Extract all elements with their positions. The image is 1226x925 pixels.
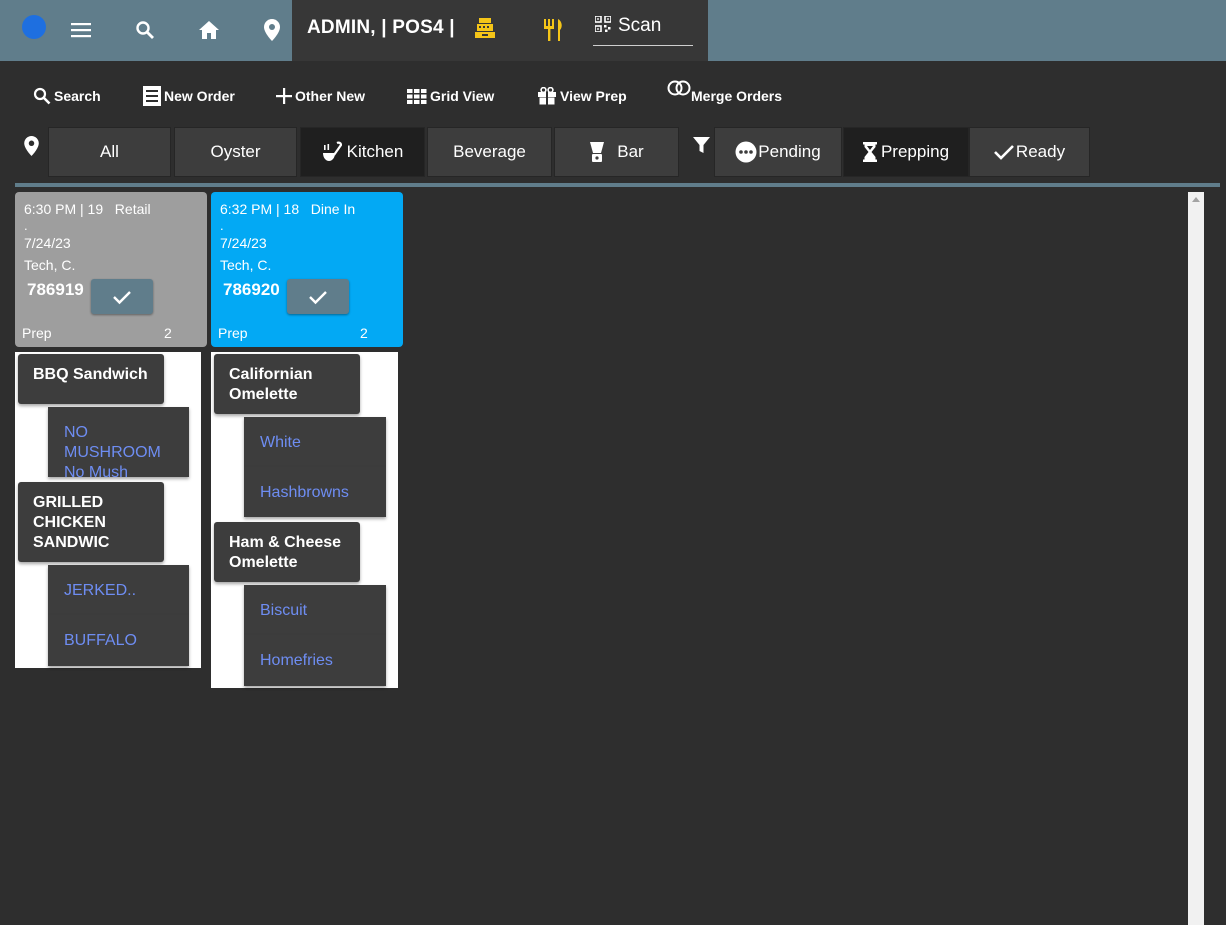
- location-pin-icon[interactable]: [260, 16, 284, 44]
- divider: [15, 183, 1220, 187]
- item-modifier[interactable]: Biscuit: [244, 585, 386, 635]
- vertical-scrollbar[interactable]: [1188, 192, 1204, 925]
- ticket-date: 7/24/23: [220, 235, 267, 251]
- blender-icon: [590, 142, 605, 162]
- station-bar-button[interactable]: Bar: [554, 127, 679, 177]
- merge-orders-button[interactable]: Merge Orders: [667, 80, 782, 104]
- status-ready-button[interactable]: Ready: [969, 127, 1090, 177]
- complete-ticket-button[interactable]: [287, 279, 349, 314]
- merge-icon: [667, 80, 691, 96]
- status-ready-label: Ready: [1015, 142, 1066, 161]
- scan-input[interactable]: Scan: [593, 10, 693, 46]
- plus-icon: [276, 88, 292, 104]
- terminal-title: ADMIN, | POS4 |: [307, 17, 455, 38]
- status-pending-button[interactable]: Pending: [714, 127, 842, 177]
- item-modifier[interactable]: Hashbrowns: [244, 467, 386, 517]
- grid-view-button[interactable]: Grid View: [407, 84, 494, 108]
- filter-icon: [693, 137, 710, 154]
- view-prep-button-label: View Prep: [560, 88, 627, 104]
- order-item[interactable]: BBQ Sandwich: [18, 354, 164, 404]
- status-dot-icon: [22, 15, 46, 39]
- receipt-icon: [143, 86, 161, 106]
- ticket-server: Tech, C.: [24, 257, 76, 273]
- qr-code-icon: [595, 16, 611, 32]
- ticket-item-count: 2: [360, 325, 368, 341]
- search-icon: [33, 87, 51, 105]
- other-new-button[interactable]: Other New: [276, 84, 365, 108]
- item-modifier[interactable]: NO MUSHROOM No Mush: [48, 407, 189, 481]
- check-icon: [309, 290, 327, 304]
- scan-label: Scan: [618, 15, 662, 36]
- item-modifier[interactable]: Homefries: [244, 635, 386, 686]
- new-order-button-label: New Order: [164, 88, 235, 104]
- merge-orders-button-label: Merge Orders: [691, 88, 783, 104]
- status-prepping-button[interactable]: Prepping: [843, 127, 969, 177]
- ticket-number: 786919: [27, 280, 84, 299]
- status-pending-label: Pending: [758, 142, 821, 161]
- item-modifier[interactable]: BUFFALO: [48, 615, 189, 666]
- station-all-label: All: [100, 142, 119, 161]
- utensils-icon[interactable]: [542, 17, 566, 43]
- new-order-button[interactable]: New Order: [143, 84, 235, 108]
- hourglass-icon: [862, 142, 877, 162]
- ticket-time-table-type: 6:30 PM | 19 Retail: [24, 201, 151, 217]
- station-bar-label: Bar: [617, 142, 644, 161]
- view-prep-button[interactable]: View Prep: [537, 84, 627, 108]
- scroll-up-arrow-icon[interactable]: [1192, 197, 1200, 202]
- station-location-icon: [24, 136, 39, 156]
- item-modifier[interactable]: JERKED..: [48, 565, 189, 615]
- ladle-icon: [322, 141, 342, 161]
- station-kitchen-label: Kitchen: [346, 142, 404, 161]
- more-horizontal-icon: [735, 141, 757, 163]
- ticket-time-table-type: 6:32 PM | 18 Dine In: [220, 201, 356, 217]
- complete-ticket-button[interactable]: [91, 279, 153, 314]
- ticket-guest-name: .: [24, 218, 28, 233]
- station-beverage-button[interactable]: Beverage: [427, 127, 552, 177]
- other-new-button-label: Other New: [295, 88, 366, 104]
- order-ticket[interactable]: 6:30 PM | 19 Retail . 7/24/23 Tech, C. 7…: [15, 192, 207, 347]
- ticket-items-panel: BBQ Sandwich NO MUSHROOM No Mush GRILLED…: [15, 352, 201, 668]
- order-ticket[interactable]: 6:32 PM | 18 Dine In . 7/24/23 Tech, C. …: [211, 192, 403, 347]
- ticket-status: Prep: [218, 325, 248, 341]
- check-icon: [113, 290, 131, 304]
- search-icon[interactable]: [132, 17, 158, 43]
- station-kitchen-button[interactable]: Kitchen: [300, 127, 425, 177]
- order-item[interactable]: Californian Omelette: [214, 354, 360, 414]
- grid-icon: [407, 89, 427, 104]
- cash-register-icon[interactable]: [472, 15, 498, 41]
- ticket-guest-name: .: [220, 218, 224, 233]
- status-prepping-label: Prepping: [880, 142, 950, 161]
- ticket-items-panel: Californian Omelette White Hashbrowns Ha…: [211, 352, 398, 688]
- gift-icon: [538, 87, 556, 105]
- search-button-label: Search: [54, 88, 101, 104]
- search-button[interactable]: Search: [33, 84, 101, 108]
- check-icon: [994, 145, 1014, 160]
- grid-view-button-label: Grid View: [430, 88, 495, 104]
- station-beverage-label: Beverage: [453, 142, 526, 161]
- menu-icon[interactable]: [68, 18, 94, 42]
- station-all-button[interactable]: All: [48, 127, 171, 177]
- ticket-number: 786920: [223, 280, 280, 299]
- order-item[interactable]: GRILLED CHICKEN SANDWIC: [18, 482, 164, 562]
- order-item[interactable]: Ham & Cheese Omelette: [214, 522, 360, 582]
- item-modifier[interactable]: White: [244, 417, 386, 467]
- home-icon[interactable]: [196, 17, 222, 43]
- ticket-status: Prep: [22, 325, 52, 341]
- ticket-item-count: 2: [164, 325, 172, 341]
- ticket-server: Tech, C.: [220, 257, 272, 273]
- station-oyster-button[interactable]: Oyster: [174, 127, 297, 177]
- ticket-date: 7/24/23: [24, 235, 71, 251]
- station-oyster-label: Oyster: [210, 142, 261, 161]
